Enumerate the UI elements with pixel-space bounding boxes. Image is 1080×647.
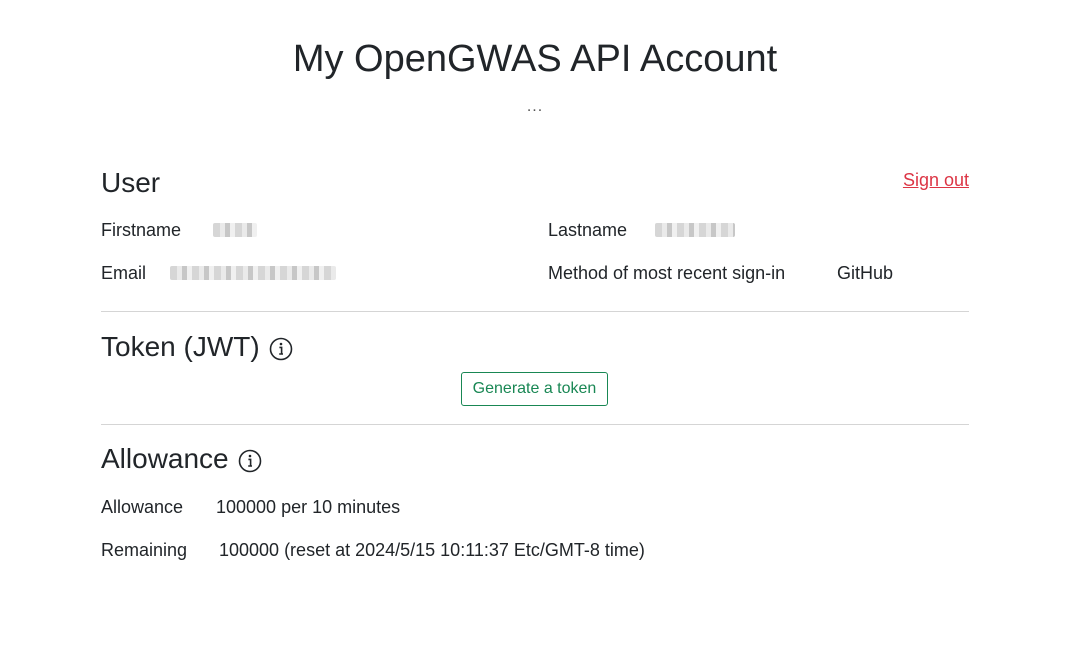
email-label: Email — [101, 263, 147, 283]
allowance-label: Allowance — [101, 497, 184, 517]
lastname-label: Lastname — [548, 220, 628, 240]
firstname-label: Firstname — [101, 220, 182, 240]
sign-out-link[interactable]: Sign out — [903, 170, 969, 191]
signin-method-label: Method of most recent sign-in — [548, 263, 786, 283]
firstname-value-redacted — [213, 223, 257, 237]
account-page: My OpenGWAS API Account ... User Sign ou… — [0, 0, 1080, 647]
allowance-value: 100000 per 10 minutes — [216, 497, 401, 517]
remaining-value: 100000 (reset at 2024/5/15 10:11:37 Etc/… — [219, 540, 645, 560]
page-title: My OpenGWAS API Account — [292, 38, 778, 80]
user-heading: User — [101, 167, 161, 198]
token-heading-row: Token (JWT) — [101, 330, 293, 364]
generate-token-button[interactable]: Generate a token — [461, 372, 608, 406]
allowance-heading-row: Allowance — [101, 442, 262, 476]
info-icon[interactable] — [238, 447, 262, 473]
token-heading: Token (JWT) — [101, 331, 260, 362]
remaining-label: Remaining — [101, 540, 188, 560]
signin-method-value: GitHub — [837, 263, 894, 283]
allowance-heading: Allowance — [101, 443, 229, 474]
divider-token — [101, 424, 969, 425]
lastname-value-redacted — [655, 223, 735, 237]
divider-user — [101, 311, 969, 312]
page-subtitle: ... — [526, 98, 544, 115]
info-icon[interactable] — [269, 335, 293, 361]
email-value-redacted — [170, 266, 336, 280]
